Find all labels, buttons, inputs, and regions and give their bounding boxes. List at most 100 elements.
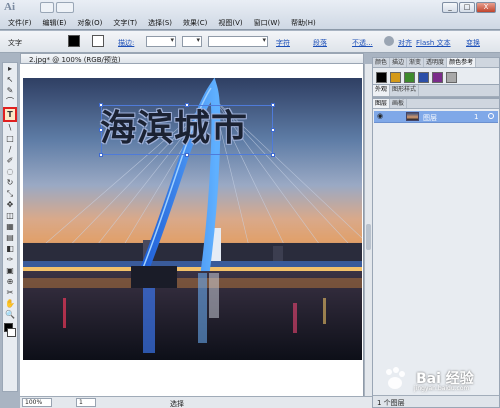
guide-swatch[interactable] [446, 72, 457, 83]
headline-text[interactable]: 海滨城市 [100, 107, 276, 151]
blob-brush-tool-icon[interactable]: ◌ [3, 166, 17, 177]
align-left-icon[interactable] [338, 36, 348, 46]
slice-tool-icon[interactable]: ✂ [3, 287, 17, 298]
free-transform-tool-icon[interactable]: ◫ [3, 210, 17, 221]
lasso-tool-icon[interactable]: ⌒ [3, 96, 17, 107]
menu-view[interactable]: 视图(V) [218, 18, 242, 28]
tab-gradient[interactable]: 渐变 [407, 58, 425, 67]
guide-swatch[interactable] [404, 72, 415, 83]
menu-list: 文件(F) 编辑(E) 对象(O) 文字(T) 选择(S) 效果(C) 视图(V… [8, 18, 316, 28]
guide-swatch[interactable] [390, 72, 401, 83]
tools-panel: ▸ ↖ ✎ ⌒ T \ □ / ✐ ◌ ↻ ⤡ ✥ ◫ ▦ ▤ ◧ ✑ ▣ ⊕ … [2, 62, 18, 392]
color-panel-tabs: 颜色 描边 渐变 透明度 颜色参考 [373, 58, 499, 68]
fill-color-swatch[interactable] [68, 35, 80, 47]
baidu-paw-icon [386, 367, 405, 389]
menu-window[interactable]: 窗口(W) [254, 18, 280, 28]
pencil-tool-icon[interactable]: ✐ [3, 155, 17, 166]
guide-swatch[interactable] [432, 72, 443, 83]
layer-count: 1 个图层 [377, 399, 405, 407]
stroke-color-swatch[interactable] [92, 35, 104, 47]
direct-selection-tool-icon[interactable]: ↖ [3, 74, 17, 85]
hand-tool-icon[interactable]: ✋ [3, 298, 17, 309]
appearance-panel-tabs: 外观 图形样式 [373, 85, 499, 97]
scale-tool-icon[interactable]: ⤡ [3, 188, 17, 199]
app-logo: Ai [4, 1, 15, 13]
close-button[interactable]: X [476, 2, 496, 13]
tab-artboards[interactable]: 画板 [390, 99, 408, 108]
layer-name[interactable]: 图层 [423, 113, 437, 123]
scrollbar-thumb[interactable] [366, 224, 371, 250]
character-link[interactable]: 字符 [276, 38, 290, 48]
menu-help[interactable]: 帮助(H) [291, 18, 316, 28]
opacity-link[interactable]: 不透... [352, 38, 373, 48]
selection-handle[interactable] [99, 153, 103, 157]
layer-thumbnail [406, 112, 419, 121]
tab-layers[interactable]: 图层 [373, 99, 391, 108]
font-family-dropdown[interactable] [208, 36, 268, 47]
base-color-swatch[interactable] [376, 72, 387, 83]
layers-panel: 图层 画板 ◉ 图层 1 1 个图层 [372, 98, 500, 408]
symbol-sprayer-tool-icon[interactable]: ▣ [3, 265, 17, 276]
paragraph-link[interactable]: 段落 [313, 38, 327, 48]
rectangle-tool-icon[interactable]: □ [3, 133, 17, 144]
minimize-button[interactable]: _ [442, 2, 458, 13]
tab-graphic-styles[interactable]: 图形样式 [390, 85, 420, 96]
layer-target-icon[interactable] [488, 113, 494, 119]
stroke-weight-dropdown[interactable] [146, 36, 176, 47]
warp-tool-icon[interactable]: ✥ [3, 199, 17, 210]
selection-handle[interactable] [185, 153, 189, 157]
layer-number: 1 [474, 113, 479, 121]
watermark-sub: jingyan.baidu.com [414, 385, 470, 392]
vertical-scrollbar[interactable] [364, 64, 372, 396]
stroke-link[interactable]: 描边: [118, 38, 134, 48]
menu-edit[interactable]: 编辑(E) [43, 18, 67, 28]
eyedropper-tool-icon[interactable]: ✑ [3, 254, 17, 265]
line-tool-icon[interactable]: \ [3, 122, 17, 133]
artboard-field[interactable]: 1 [76, 398, 96, 407]
zoom-field[interactable]: 100% [22, 398, 52, 407]
layer-row[interactable]: ◉ 图层 1 [374, 111, 498, 123]
tab-transparency[interactable]: 透明度 [424, 58, 448, 67]
control-bar: 文字 描边: 字符 段落 不透... 对齐 Flash 文本 变换 [0, 31, 500, 53]
mesh-tool-icon[interactable]: ▤ [3, 232, 17, 243]
color-guide-swatches [376, 72, 457, 83]
transform-link[interactable]: 变换 [466, 38, 480, 48]
gradient-tool-icon[interactable]: ◧ [3, 243, 17, 254]
menu-type[interactable]: 文字(T) [113, 18, 137, 28]
zoom-tool-icon[interactable]: 🔍 [3, 309, 17, 320]
status-bar: 100% 1 选择 [20, 396, 372, 408]
menu-object[interactable]: 对象(O) [77, 18, 102, 28]
tab-color[interactable]: 颜色 [373, 58, 391, 67]
tab-stroke[interactable]: 描边 [390, 58, 408, 67]
tab-color-guide[interactable]: 颜色参考 [447, 58, 477, 67]
guide-swatch[interactable] [418, 72, 429, 83]
rotate-tool-icon[interactable]: ↻ [3, 177, 17, 188]
menu-file[interactable]: 文件(F) [8, 18, 32, 28]
arrange-documents-button[interactable] [56, 2, 74, 13]
flash-text-link[interactable]: Flash 文本 [416, 38, 451, 48]
fill-stroke-widget[interactable] [3, 320, 17, 342]
paintbrush-tool-icon[interactable]: / [3, 144, 17, 155]
window-controls: _ □ X [442, 2, 496, 13]
menu-effect[interactable]: 效果(C) [183, 18, 207, 28]
selection-tool-icon[interactable]: ▸ [3, 63, 17, 74]
menu-select[interactable]: 选择(S) [148, 18, 172, 28]
magic-wand-tool-icon[interactable]: ✎ [3, 85, 17, 96]
status-mode: 选择 [170, 400, 184, 408]
visibility-eye-icon[interactable]: ◉ [377, 112, 383, 120]
type-label: 文字 [8, 39, 22, 47]
recolor-icon[interactable] [384, 36, 394, 46]
stroke-box[interactable] [7, 328, 16, 337]
restore-button[interactable]: □ [459, 2, 475, 13]
shape-builder-tool-icon[interactable]: ▦ [3, 221, 17, 232]
artboard-tool-icon[interactable]: ⊕ [3, 276, 17, 287]
selection-handle[interactable] [271, 153, 275, 157]
document-tab[interactable]: 2.jpg* @ 100% (RGB/预览) [20, 53, 364, 64]
type-tool-icon[interactable]: T [3, 107, 17, 122]
watermark: Bai 经验 jingyan.baidu.com [380, 364, 490, 394]
menu-bar: Ai _ □ X 文件(F) 编辑(E) 对象(O) 文字(T) 选择(S) 效… [0, 0, 500, 30]
align-link[interactable]: 对齐 [398, 38, 412, 48]
variable-width-dropdown[interactable] [182, 36, 202, 47]
tab-appearance[interactable]: 外观 [373, 85, 391, 96]
bridge-button[interactable] [40, 2, 54, 13]
